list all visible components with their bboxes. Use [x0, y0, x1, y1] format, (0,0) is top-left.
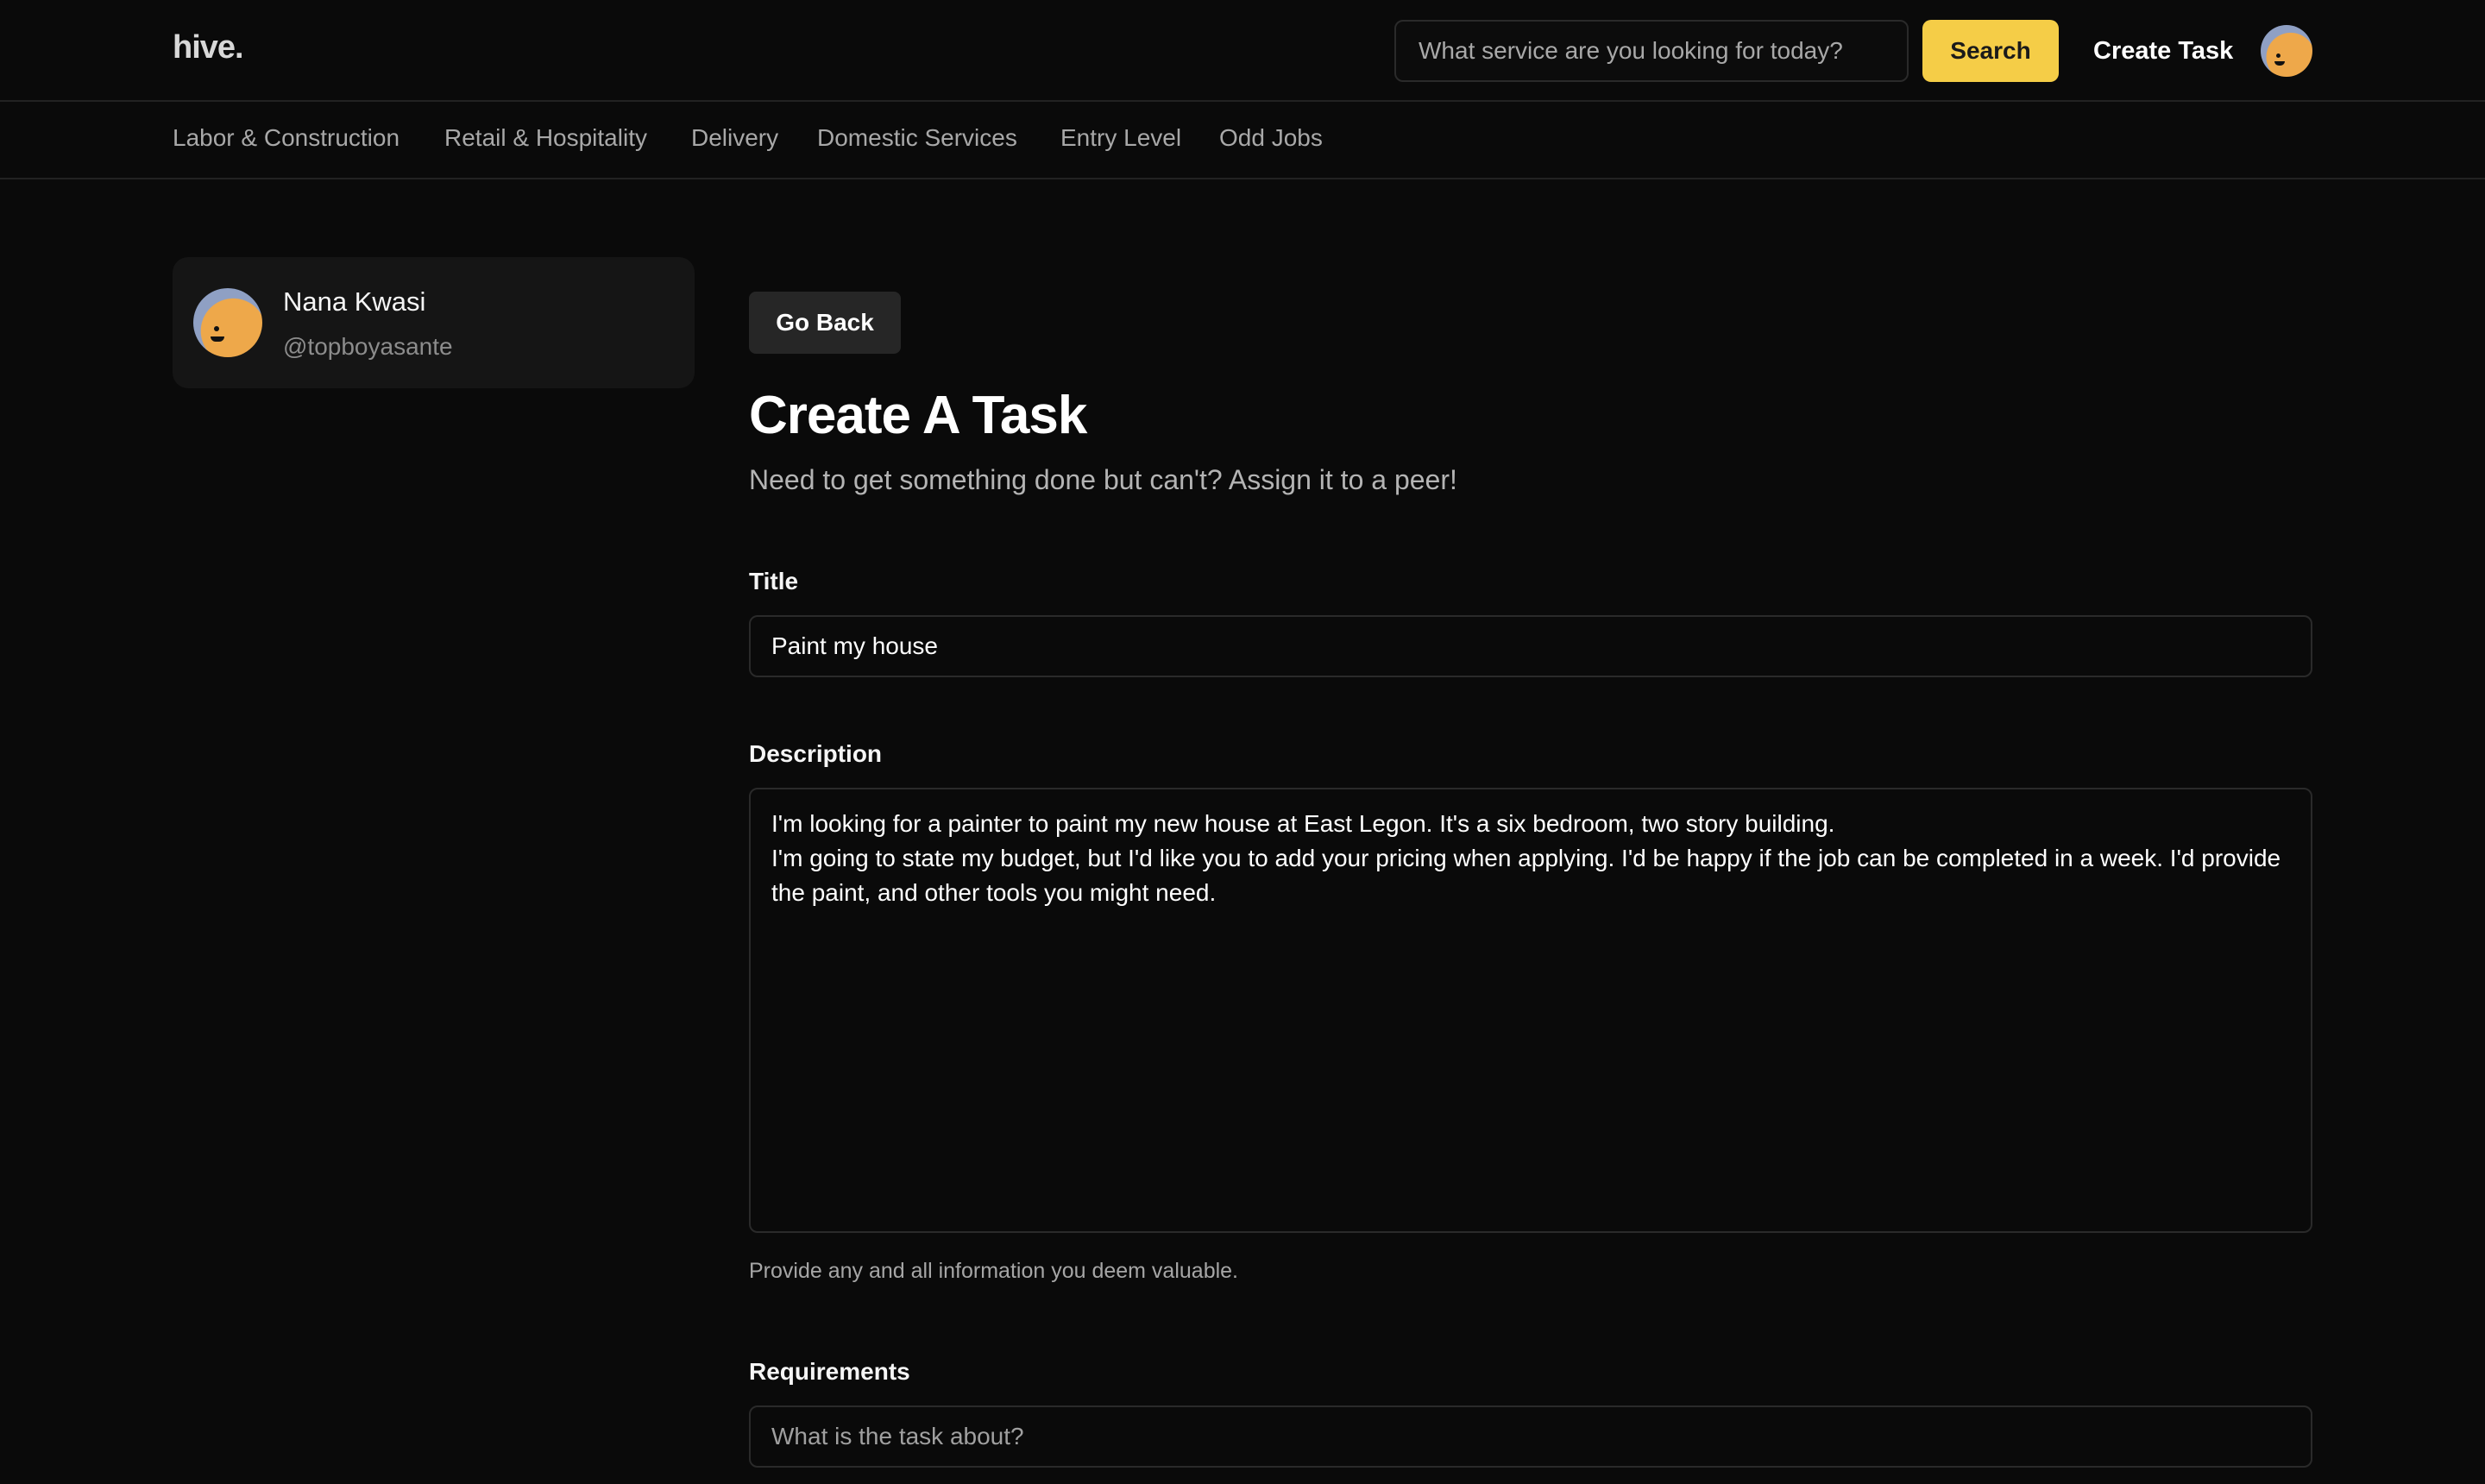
- profile-avatar: [193, 288, 262, 357]
- page-subtitle: Need to get something done but can't? As…: [749, 464, 1457, 495]
- logo[interactable]: hive.: [173, 29, 244, 66]
- user-avatar[interactable]: [2261, 25, 2312, 77]
- title-input[interactable]: [749, 615, 2312, 677]
- page-title: Create A Task: [749, 386, 1087, 445]
- description-help-text: Provide any and all information you deem…: [749, 1259, 1239, 1283]
- description-label: Description: [749, 740, 883, 767]
- category-retail-hospitality[interactable]: Retail & Hospitality: [444, 124, 647, 152]
- title-label: Title: [749, 568, 799, 594]
- category-delivery[interactable]: Delivery: [691, 124, 778, 152]
- avatar-eye-icon: [214, 326, 219, 331]
- category-entry-level[interactable]: Entry Level: [1060, 124, 1181, 152]
- search-input[interactable]: [1394, 20, 1909, 82]
- create-task-link[interactable]: Create Task: [2079, 20, 2247, 82]
- requirements-label: Requirements: [749, 1358, 910, 1385]
- avatar-eye-icon: [2276, 53, 2281, 58]
- profile-name: Nana Kwasi: [283, 286, 426, 317]
- category-labor-construction[interactable]: Labor & Construction: [173, 124, 399, 152]
- avatar-mouth-icon: [2274, 61, 2285, 66]
- top-bar: hive. Search Create Task: [0, 0, 2485, 102]
- category-odd-jobs[interactable]: Odd Jobs: [1219, 124, 1323, 152]
- category-nav: Labor & Construction Retail & Hospitalit…: [0, 104, 2485, 179]
- requirements-input[interactable]: [749, 1405, 2312, 1468]
- avatar-mouth-icon: [211, 336, 224, 342]
- category-domestic-services[interactable]: Domestic Services: [817, 124, 1017, 152]
- go-back-button[interactable]: Go Back: [749, 292, 901, 354]
- search-button[interactable]: Search: [1922, 20, 2059, 82]
- description-textarea[interactable]: I'm looking for a painter to paint my ne…: [749, 788, 2312, 1233]
- profile-card[interactable]: Nana Kwasi @topboyasante: [173, 257, 695, 388]
- profile-handle: @topboyasante: [283, 333, 453, 360]
